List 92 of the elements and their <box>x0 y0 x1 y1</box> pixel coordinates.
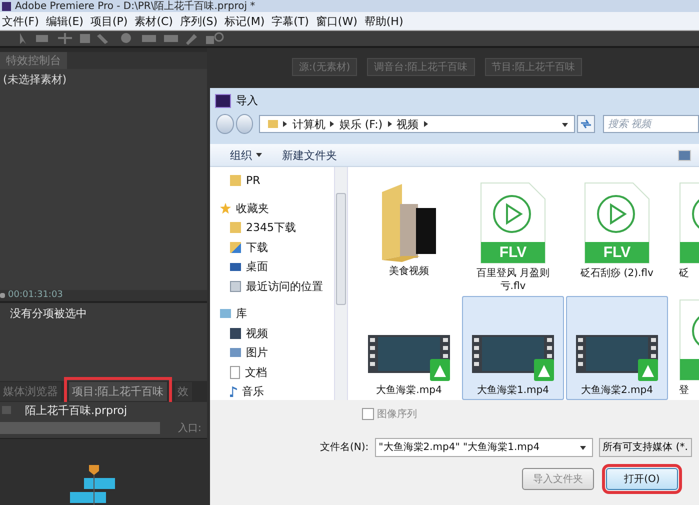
nav-icon <box>230 262 241 271</box>
nav-item[interactable]: 音乐 <box>242 384 264 400</box>
nav-item[interactable]: 2345下载 <box>246 220 296 236</box>
menu-item[interactable]: 文件(F) <box>0 14 44 28</box>
nav-item[interactable]: 桌面 <box>246 259 268 274</box>
nav-item[interactable]: 库 <box>236 306 247 322</box>
forward-button[interactable] <box>236 114 254 134</box>
clip-stack-drawing <box>70 465 118 505</box>
nav-icon <box>230 175 241 186</box>
folder-icon <box>380 182 438 262</box>
file-item[interactable]: FLV 百里登风 月盈则亏.flv <box>462 181 564 290</box>
dropdown-icon <box>580 446 586 450</box>
video-file-icon <box>584 182 650 264</box>
checkbox[interactable] <box>362 408 374 420</box>
view-icon[interactable] <box>678 150 691 161</box>
field-label: 文件名(N): <box>320 440 369 454</box>
app-logo-icon <box>2 2 11 10</box>
menu-item[interactable]: 序列(S) <box>178 14 223 28</box>
video-file-icon <box>480 182 546 264</box>
file-name: 大鱼海棠1.mp4 <box>476 384 550 397</box>
file-name: 大鱼海棠2.mp4 <box>580 384 654 397</box>
breadcrumb[interactable]: 娱乐 (F:) <box>339 116 383 132</box>
checkbox-label: 图像序列 <box>377 408 417 421</box>
menu-item[interactable]: 项目(P) <box>88 14 133 28</box>
nav-item[interactable]: 收藏夹 <box>236 200 269 216</box>
file-name: 砭 <box>679 267 689 280</box>
menu-item[interactable]: 帮助(H) <box>362 14 408 28</box>
folder-icon <box>268 120 278 128</box>
nav-icon <box>230 366 240 379</box>
breadcrumb[interactable]: 视频 <box>396 116 419 132</box>
file-type-label: FLV <box>498 243 528 263</box>
search-field[interactable] <box>0 422 160 434</box>
file-item[interactable]: 登 <box>670 296 699 400</box>
file-item[interactable]: 大鱼海棠2.mp4 <box>566 296 668 400</box>
nav-icon <box>220 309 231 318</box>
effects-message: (未选择素材) <box>3 73 67 86</box>
file-type-label: FLV <box>602 243 632 263</box>
menu-item[interactable]: 字幕(T) <box>270 14 314 28</box>
project-file-name: 陌上花千百味.prproj <box>25 402 128 418</box>
refresh-icon <box>580 119 592 129</box>
file-name: 美食视频 <box>388 265 430 278</box>
chevron-icon <box>424 121 428 127</box>
nav-item[interactable]: 图片 <box>246 345 268 360</box>
scrollbar[interactable] <box>334 167 347 400</box>
menu-item[interactable]: 标记(M) <box>222 14 270 28</box>
menu-item[interactable]: 窗口(W) <box>314 14 362 28</box>
chevron-icon <box>388 121 392 127</box>
nav-item[interactable]: PR <box>246 174 260 188</box>
dialog-title: 导入 <box>236 93 258 108</box>
timecode: 00:01:31:03 <box>8 290 63 300</box>
new-folder-button[interactable]: 新建文件夹 <box>282 148 337 162</box>
nav-item[interactable]: 文档 <box>245 364 267 380</box>
window-title: Adobe Premiere Pro - D:\PR\陌上花千百味.prproj * <box>15 0 256 12</box>
nav-item[interactable]: 下载 <box>246 240 268 255</box>
nav-icon <box>230 386 237 398</box>
chevron-icon <box>330 121 334 127</box>
file-type-dropdown[interactable]: 所有可支持媒体 (*. <box>598 438 692 456</box>
nav-icon <box>230 280 241 292</box>
refresh-button[interactable] <box>577 115 596 133</box>
file-name: 登 <box>679 384 689 397</box>
nav-item[interactable]: 最近访问的位置 <box>246 278 323 294</box>
nav-icon <box>220 202 231 214</box>
chevron-icon <box>283 121 288 127</box>
file-item[interactable]: 美食视频 <box>358 181 460 290</box>
caret-icon <box>256 153 262 157</box>
nav-icon <box>230 328 241 339</box>
in-point-label: 入口: <box>178 422 202 436</box>
info-message: 没有分项被选中 <box>10 307 87 320</box>
back-button[interactable] <box>216 114 234 134</box>
file-item[interactable]: 大鱼海棠.mp4 <box>358 296 460 400</box>
menu-item[interactable]: 素材(C) <box>132 14 178 28</box>
nav-icon <box>230 348 241 358</box>
breadcrumb[interactable]: 计算机 <box>292 116 326 132</box>
nav-icon <box>230 222 241 234</box>
bin-icon <box>2 406 11 414</box>
dropdown-icon[interactable] <box>562 123 568 127</box>
file-item[interactable]: 砭 <box>670 181 699 290</box>
app-logo-icon <box>215 94 231 108</box>
playhead-icon <box>0 292 5 298</box>
search-field[interactable]: 搜索 视频 <box>603 115 699 133</box>
file-name: 砭石刮痧 (2).flv <box>580 267 654 280</box>
nav-icon <box>230 242 241 253</box>
filename-field[interactable]: "大鱼海棠2.mp4" "大鱼海棠1.mp4 <box>374 438 593 456</box>
nav-item[interactable]: 视频 <box>246 326 268 341</box>
file-name: 百里登风 月盈则亏.flv <box>475 267 551 293</box>
panel-tab[interactable]: 项目:陌上花千百味 <box>69 382 167 401</box>
file-name: 大鱼海棠.mp4 <box>375 384 443 397</box>
organize-menu[interactable]: 组织 <box>230 148 252 162</box>
menu-item[interactable]: 编辑(E) <box>44 14 88 28</box>
address-bar[interactable]: 计算机 娱乐 (F:) 视频 <box>259 115 576 133</box>
file-item[interactable]: FLV 砭石刮痧 (2).flv <box>566 181 668 290</box>
file-item[interactable]: 大鱼海棠1.mp4 <box>462 296 564 400</box>
